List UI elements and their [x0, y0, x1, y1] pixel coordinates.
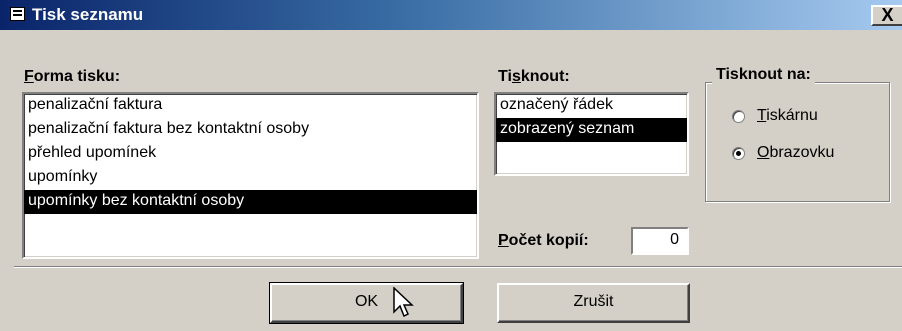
list-item[interactable]: označený řádek	[496, 94, 687, 118]
mouse-cursor-icon	[393, 287, 414, 318]
form-icon	[10, 7, 25, 21]
list-item[interactable]: upomínky	[24, 166, 477, 190]
radio-button-checked-icon[interactable]	[732, 146, 745, 160]
forma-tisku-label: Forma tisku:	[24, 68, 121, 85]
radio-label: Obrazovku	[757, 144, 835, 161]
forma-tisku-listbox[interactable]: penalizační faktura penalizační faktura …	[22, 92, 479, 259]
cancel-button[interactable]: Zrušit	[497, 283, 690, 323]
ok-button[interactable]: OK	[269, 282, 464, 324]
radio-obrazovku[interactable]: Obrazovku	[732, 142, 834, 164]
separator	[14, 266, 902, 268]
list-item-selected[interactable]: upomínky bez kontaktní osoby	[24, 190, 477, 214]
radio-label: Tiskárnu	[757, 107, 818, 124]
close-button[interactable]: X	[871, 5, 902, 26]
list-item[interactable]: penalizační faktura	[24, 94, 477, 118]
tisknout-na-title: Tisknout na:	[712, 66, 815, 84]
tisknout-listbox[interactable]: označený řádek zobrazený seznam	[494, 92, 689, 176]
pocet-kopii-input[interactable]: 0	[631, 227, 689, 255]
list-item-selected[interactable]: zobrazený seznam	[496, 118, 687, 142]
pocet-kopii-label: Počet kopií:	[498, 232, 589, 249]
window-title: Tisk seznamu	[32, 5, 144, 24]
radio-button-icon[interactable]	[732, 109, 745, 123]
tisknout-label: Tisknout:	[498, 68, 570, 85]
list-item[interactable]: přehled upomínek	[24, 142, 477, 166]
title-bar: Tisk seznamu X	[0, 0, 902, 30]
list-item[interactable]: penalizační faktura bez kontaktní osoby	[24, 118, 477, 142]
radio-tiskarnu[interactable]: Tiskárnu	[732, 105, 818, 127]
